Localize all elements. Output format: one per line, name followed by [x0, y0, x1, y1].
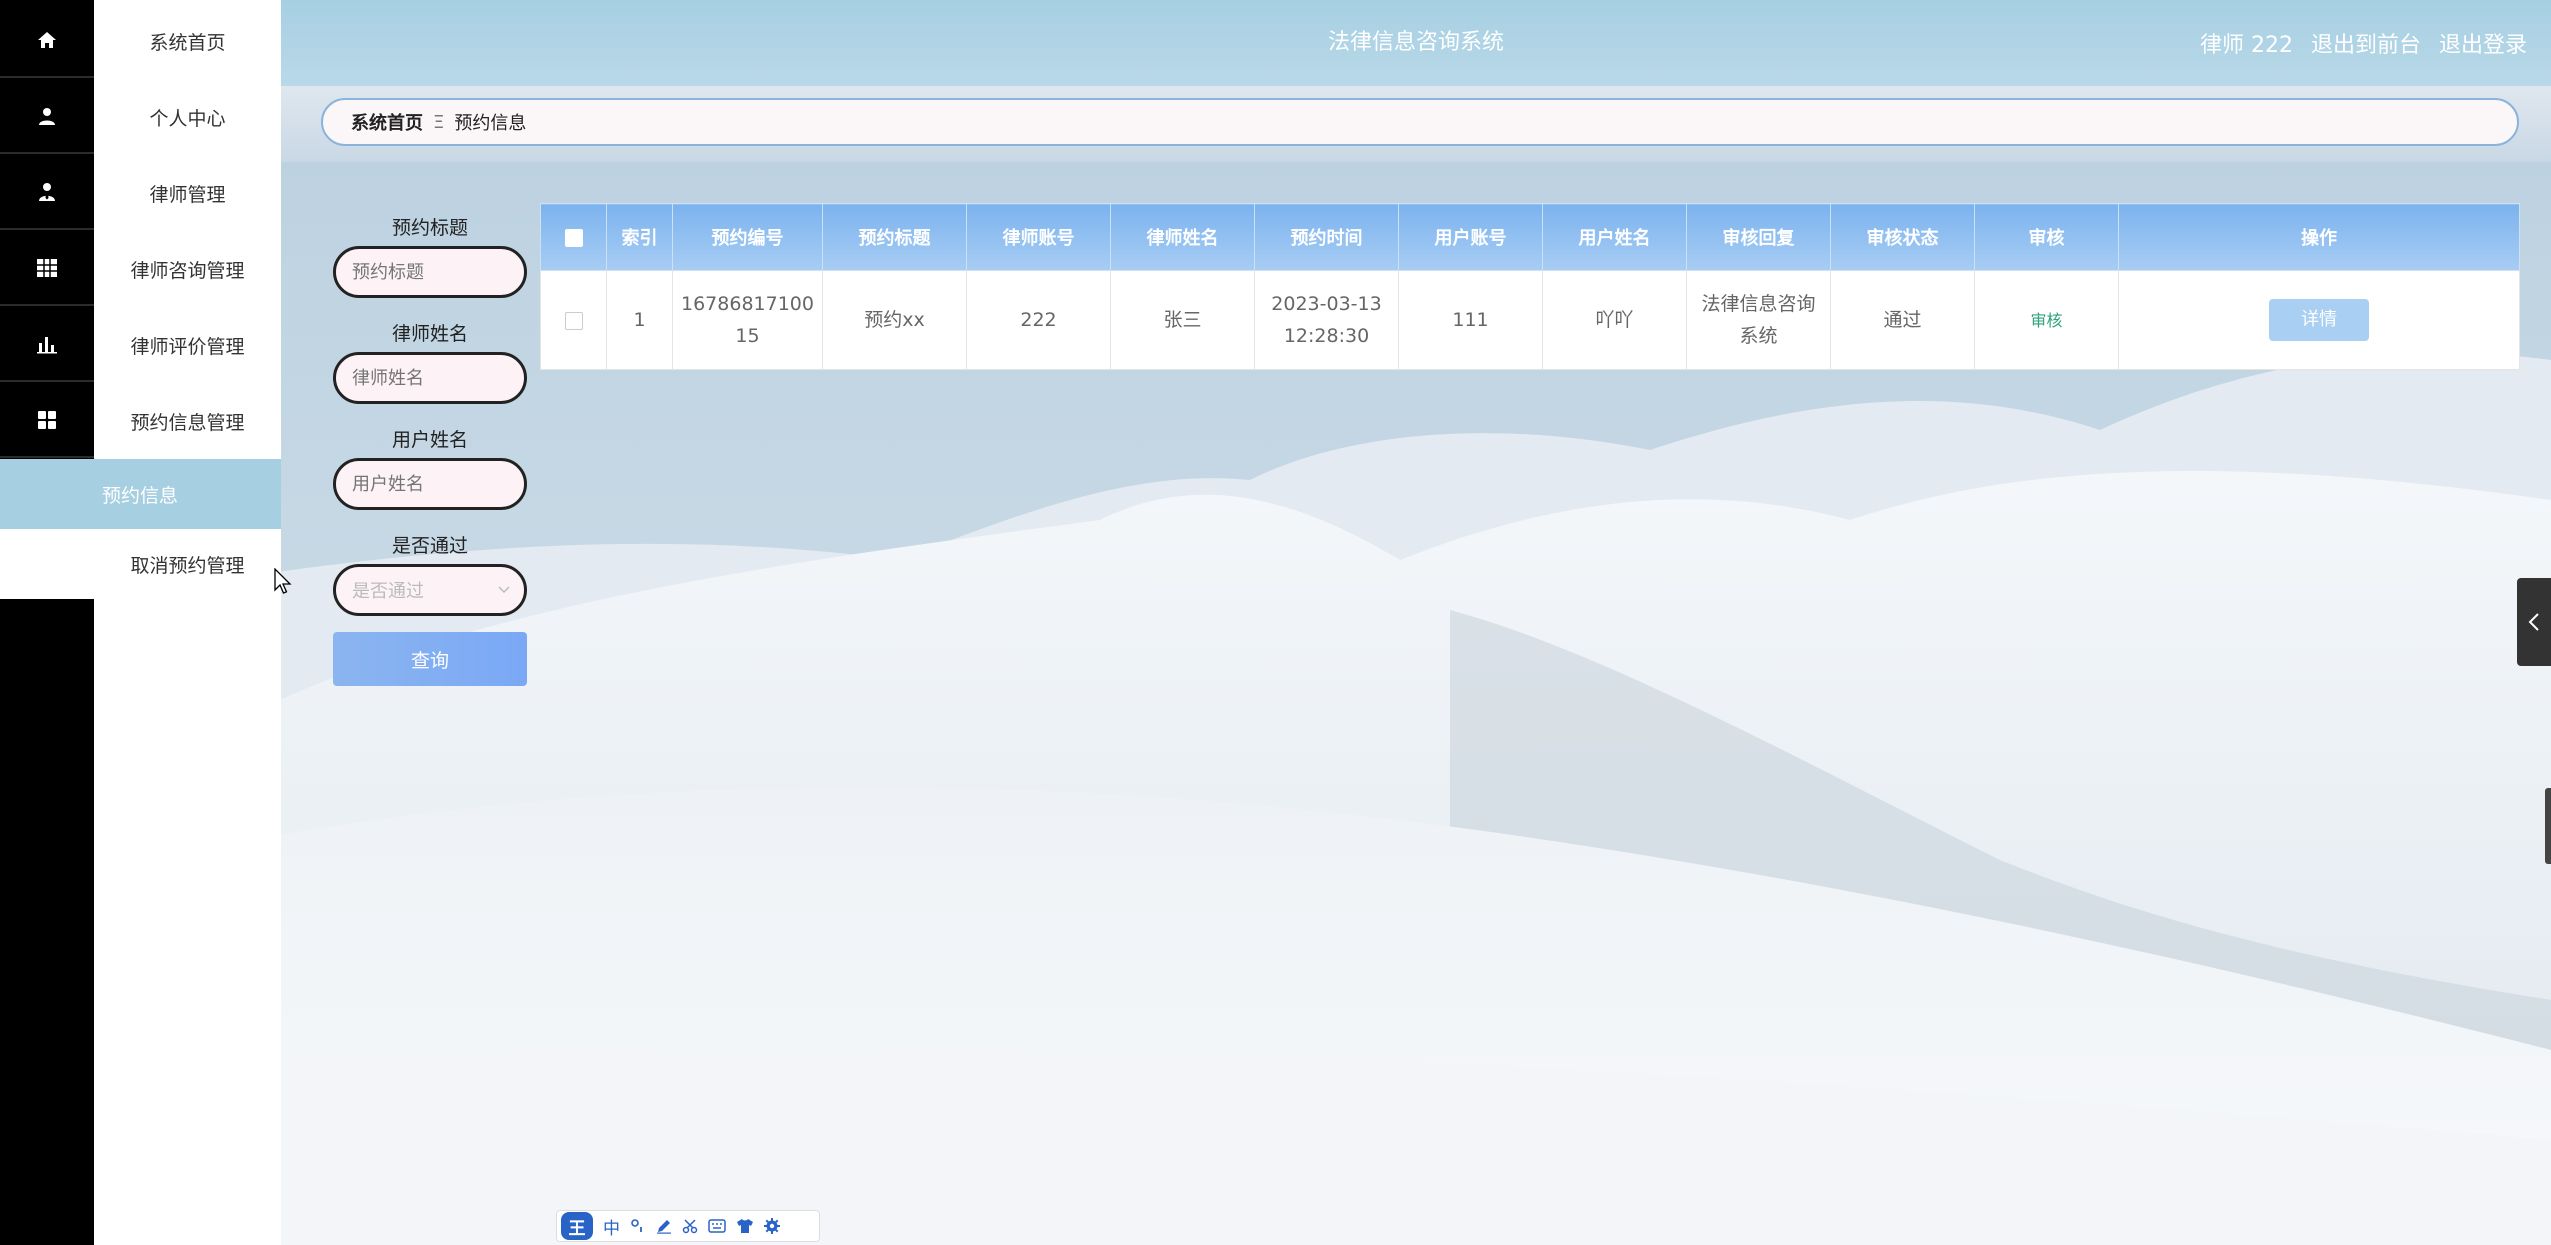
person-icon — [39, 108, 55, 125]
sidebar: 系统首页 个人中心 律师管理 律师咨询管理 律师评价管理 预约信息管理 预约信息… — [0, 0, 281, 1245]
header-user-actions: 律师 222 退出到前台 退出登录 — [2200, 0, 2527, 86]
select-all-header — [540, 203, 607, 271]
breadcrumb-separator: Ξ — [433, 111, 445, 133]
cell-time-line2: 12:28:30 — [1283, 325, 1370, 347]
sidebar-subitem-label: 取消预约管理 — [130, 554, 245, 577]
breadcrumb: 系统首页 Ξ 预约信息 — [321, 98, 2519, 146]
cell-reply-line2: 系统 — [1739, 325, 1778, 347]
audit-link[interactable]: 审核 — [2030, 311, 2062, 330]
keyboard-icon[interactable] — [708, 1219, 726, 1233]
cell-lawyer-account: 222 — [966, 270, 1111, 370]
ime-logo[interactable]: 王 — [561, 1212, 593, 1240]
chevron-left-icon — [2528, 613, 2539, 631]
detail-button[interactable]: 详情 — [2269, 299, 2369, 341]
sidebar-subitem-cancel-reservation[interactable]: 取消预约管理 — [0, 529, 281, 599]
ime-mode[interactable]: 中 — [603, 1214, 620, 1239]
sidebar-icon-column-fill — [0, 599, 94, 1245]
sidebar-item-personal-center[interactable]: 个人中心 — [0, 80, 281, 154]
query-button[interactable]: 查询 — [333, 632, 527, 686]
breadcrumb-current: 预约信息 — [454, 113, 527, 134]
punctuation-icon[interactable] — [630, 1218, 646, 1234]
cell-user-name: 吖吖 — [1542, 270, 1687, 370]
cell-audit-reply: 法律信息咨询 系统 — [1686, 270, 1831, 370]
cell-reservation-number: 16786817100 15 — [672, 270, 823, 370]
sidebar-item-lawyer-management[interactable]: 律师管理 — [0, 156, 281, 230]
cell-audit-status: 通过 — [1830, 270, 1975, 370]
column-header: 预约标题 — [822, 203, 967, 271]
column-header: 操作 — [2118, 203, 2520, 271]
scissors-icon[interactable] — [682, 1218, 698, 1234]
lawyer-filter-label: 律师姓名 — [391, 323, 468, 345]
grid-table-icon — [37, 259, 57, 277]
home-icon — [38, 32, 56, 48]
cell-audit: 审核 — [1974, 270, 2119, 370]
sidebar-item-consult-management[interactable]: 律师咨询管理 — [0, 232, 281, 306]
column-header: 律师账号 — [966, 203, 1111, 271]
column-header: 审核回复 — [1686, 203, 1831, 271]
cell-index: 1 — [606, 270, 673, 370]
title-filter-input[interactable] — [333, 246, 527, 298]
pass-filter-label: 是否通过 — [391, 535, 468, 557]
table-header-row: 索引 预约编号 预约标题 律师账号 律师姓名 预约时间 用户账号 用户姓名 审核… — [540, 203, 2520, 271]
mouse-cursor-icon — [274, 568, 292, 594]
lawyer-name-filter-input[interactable] — [333, 352, 527, 404]
column-header: 用户账号 — [1398, 203, 1543, 271]
user-tie-icon — [39, 183, 55, 201]
sidebar-item-label: 律师评价管理 — [94, 308, 281, 382]
cell-title: 预约xx — [822, 270, 967, 370]
search-panel: 预约标题 律师姓名 用户姓名 是否通过 是否通过 查询 — [333, 210, 527, 686]
sidebar-text-column-fill — [94, 599, 281, 1245]
pass-filter-placeholder: 是否通过 — [352, 581, 424, 602]
sidebar-item-reservation-management[interactable]: 预约信息管理 — [0, 384, 281, 458]
ime-toolbar: 王 中 — [556, 1210, 820, 1242]
user-filter-label: 用户姓名 — [391, 429, 468, 451]
column-header: 审核状态 — [1830, 203, 1975, 271]
sidebar-subitem-reservation-info[interactable]: 预约信息 — [0, 459, 281, 529]
cell-lawyer-name: 张三 — [1110, 270, 1255, 370]
column-header: 预约编号 — [672, 203, 823, 271]
apps-icon — [38, 411, 56, 429]
title-filter-label: 预约标题 — [391, 217, 468, 239]
current-user-label: 律师 222 — [2199, 33, 2293, 58]
skin-shirt-icon[interactable] — [736, 1218, 754, 1234]
sidebar-item-home[interactable]: 系统首页 — [0, 4, 281, 78]
sidebar-subitem-label: 预约信息 — [102, 484, 179, 507]
cell-number-line2: 15 — [735, 325, 760, 347]
cell-reservation-time: 2023-03-13 12:28:30 — [1254, 270, 1399, 370]
cell-user-account: 111 — [1398, 270, 1543, 370]
select-all-checkbox[interactable] — [564, 228, 583, 247]
reservation-table: 索引 预约编号 预约标题 律师账号 律师姓名 预约时间 用户账号 用户姓名 审核… — [540, 203, 2520, 370]
scroll-handle[interactable] — [2545, 788, 2551, 864]
breadcrumb-home[interactable]: 系统首页 — [351, 109, 423, 135]
cell-number-line1: 16786817100 — [681, 293, 814, 315]
sidebar-item-evaluation-management[interactable]: 律师评价管理 — [0, 308, 281, 382]
sidebar-item-label: 律师咨询管理 — [94, 232, 281, 306]
bar-chart-icon — [37, 337, 57, 354]
column-header: 律师姓名 — [1110, 203, 1255, 271]
user-name-filter-input[interactable] — [333, 458, 527, 510]
sidebar-item-label: 系统首页 — [94, 4, 281, 78]
column-header: 审核 — [1974, 203, 2119, 271]
top-header: 法律信息咨询系统 律师 222 退出到前台 退出登录 — [281, 0, 2551, 86]
column-header: 用户姓名 — [1542, 203, 1687, 271]
sidebar-item-label: 预约信息管理 — [94, 384, 281, 458]
pen-icon[interactable] — [656, 1218, 672, 1234]
row-checkbox[interactable] — [564, 311, 583, 330]
breadcrumb-area: 系统首页 Ξ 预约信息 — [281, 86, 2551, 162]
exit-to-front-link[interactable]: 退出到前台 — [2311, 27, 2421, 59]
settings-gear-icon[interactable] — [764, 1218, 780, 1234]
cell-reply-line1: 法律信息咨询 — [1701, 293, 1816, 315]
logout-link[interactable]: 退出登录 — [2439, 27, 2527, 59]
column-header: 索引 — [606, 203, 673, 271]
sidebar-item-label: 个人中心 — [94, 80, 281, 154]
row-select-cell — [540, 270, 607, 370]
column-header: 预约时间 — [1254, 203, 1399, 271]
chevron-down-icon — [498, 586, 510, 594]
cell-actions: 详情 — [2118, 270, 2520, 370]
pass-filter-select[interactable]: 是否通过 — [333, 564, 527, 616]
side-panel-toggle[interactable] — [2517, 578, 2551, 666]
cell-time-line1: 2023-03-13 — [1271, 293, 1382, 315]
sidebar-item-label: 律师管理 — [94, 156, 281, 230]
table-row: 1 16786817100 15 预约xx 222 张三 2023-03-13 … — [540, 270, 2520, 370]
